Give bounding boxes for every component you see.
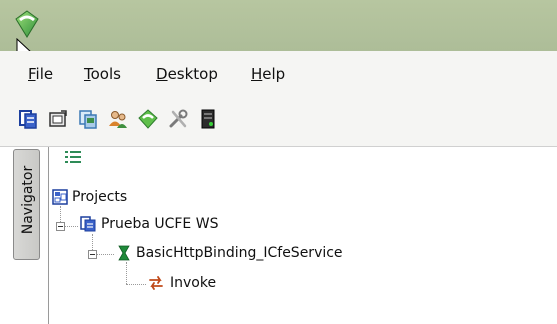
- refresh-icon[interactable]: [137, 108, 159, 130]
- menu-bar: File Tools Desktop Help: [0, 51, 557, 97]
- tree-item-project[interactable]: Prueba UCFE WS: [101, 213, 218, 235]
- tree-line: [64, 226, 78, 227]
- menu-tools[interactable]: Tools: [84, 65, 121, 83]
- tools-icon[interactable]: [167, 108, 189, 130]
- project-icon[interactable]: [17, 108, 39, 130]
- list-view-icon[interactable]: [65, 150, 81, 164]
- users-icon[interactable]: [107, 108, 129, 130]
- tree-item-binding[interactable]: BasicHttpBinding_ICfeService: [136, 242, 343, 264]
- toolbar: [0, 97, 557, 147]
- projects-icon: [52, 189, 68, 205]
- invoke-icon: [149, 276, 163, 290]
- copy-icon[interactable]: [77, 108, 99, 130]
- expand-toggle[interactable]: [88, 250, 97, 259]
- navigator-tab-label: Navigator: [20, 165, 36, 235]
- binding-icon: [118, 245, 130, 261]
- menu-help[interactable]: Help: [251, 65, 285, 83]
- tree-item-invoke[interactable]: Invoke: [170, 272, 216, 294]
- tree-line: [126, 284, 146, 285]
- title-bar: [0, 0, 557, 51]
- menu-file[interactable]: File: [28, 65, 53, 83]
- project-icon: [80, 216, 96, 232]
- navigator-tab[interactable]: Navigator: [13, 149, 40, 260]
- server-icon[interactable]: [197, 108, 219, 130]
- tree-item-projects[interactable]: Projects: [72, 186, 127, 208]
- expand-toggle[interactable]: [56, 222, 65, 231]
- tree-line: [126, 262, 127, 284]
- app-logo-icon: [15, 10, 39, 38]
- menu-desktop[interactable]: Desktop: [156, 65, 218, 83]
- open-icon[interactable]: [47, 108, 69, 130]
- navigator-panel: [48, 147, 557, 324]
- tree-line: [96, 254, 114, 255]
